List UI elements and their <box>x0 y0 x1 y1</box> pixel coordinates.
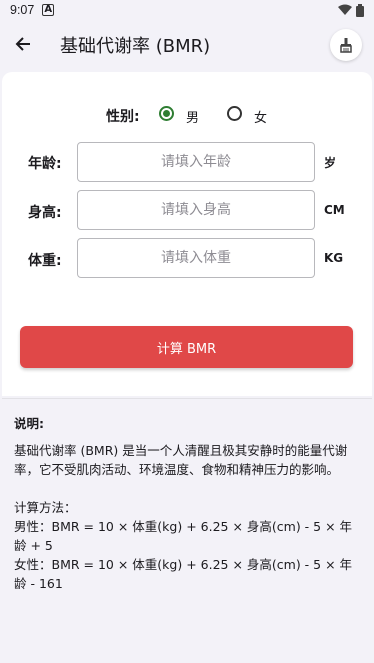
radio-female-label[interactable]: 女 <box>254 107 267 126</box>
back-button[interactable] <box>10 32 36 56</box>
radio-male[interactable] <box>159 106 174 121</box>
description-title: 说明: <box>14 416 44 431</box>
gender-row: 性别: 男 女 <box>0 103 374 126</box>
weight-label: 体重: <box>28 253 62 269</box>
wifi-icon <box>338 4 352 15</box>
clear-button[interactable] <box>330 29 362 61</box>
male-formula: 男性：BMR = 10 × 体重(kg) + 6.25 × 身高(cm) - 5… <box>14 519 353 553</box>
status-bar: 9:07 A <box>0 0 374 20</box>
battery-icon <box>356 3 364 17</box>
method-title: 计算方法： <box>14 500 77 515</box>
broom-icon <box>340 38 352 53</box>
age-label: 年龄: <box>28 156 62 172</box>
height-unit: CM <box>324 203 345 217</box>
description: 说明: 基础代谢率 (BMR) 是当一个人清醒且极其安静时的能量代谢率，它不受肌… <box>14 414 360 593</box>
age-input[interactable] <box>77 142 315 182</box>
height-label: 身高: <box>28 205 62 221</box>
status-time: 9:07 <box>10 3 35 17</box>
weight-input[interactable] <box>77 238 315 278</box>
notification-icon: A <box>42 4 55 16</box>
page-title: 基础代谢率 (BMR) <box>60 36 211 57</box>
divider <box>2 398 372 399</box>
female-formula: 女性：BMR = 10 × 体重(kg) + 6.25 × 身高(cm) - 5… <box>14 557 353 591</box>
height-input[interactable] <box>77 190 315 230</box>
description-text: 基础代谢率 (BMR) 是当一个人清醒且极其安静时的能量代谢率，它不受肌肉活动、… <box>14 443 348 477</box>
age-unit: 岁 <box>324 156 337 170</box>
radio-male-label[interactable]: 男 <box>186 107 199 126</box>
weight-unit: KG <box>324 251 344 265</box>
radio-female[interactable] <box>227 106 242 121</box>
status-icons <box>338 3 364 17</box>
calculate-button[interactable]: 计算 BMR <box>20 326 353 368</box>
gender-label: 性别: <box>106 109 140 125</box>
arrow-back-icon <box>15 37 30 51</box>
app-bar: 基础代谢率 (BMR) <box>0 20 374 68</box>
